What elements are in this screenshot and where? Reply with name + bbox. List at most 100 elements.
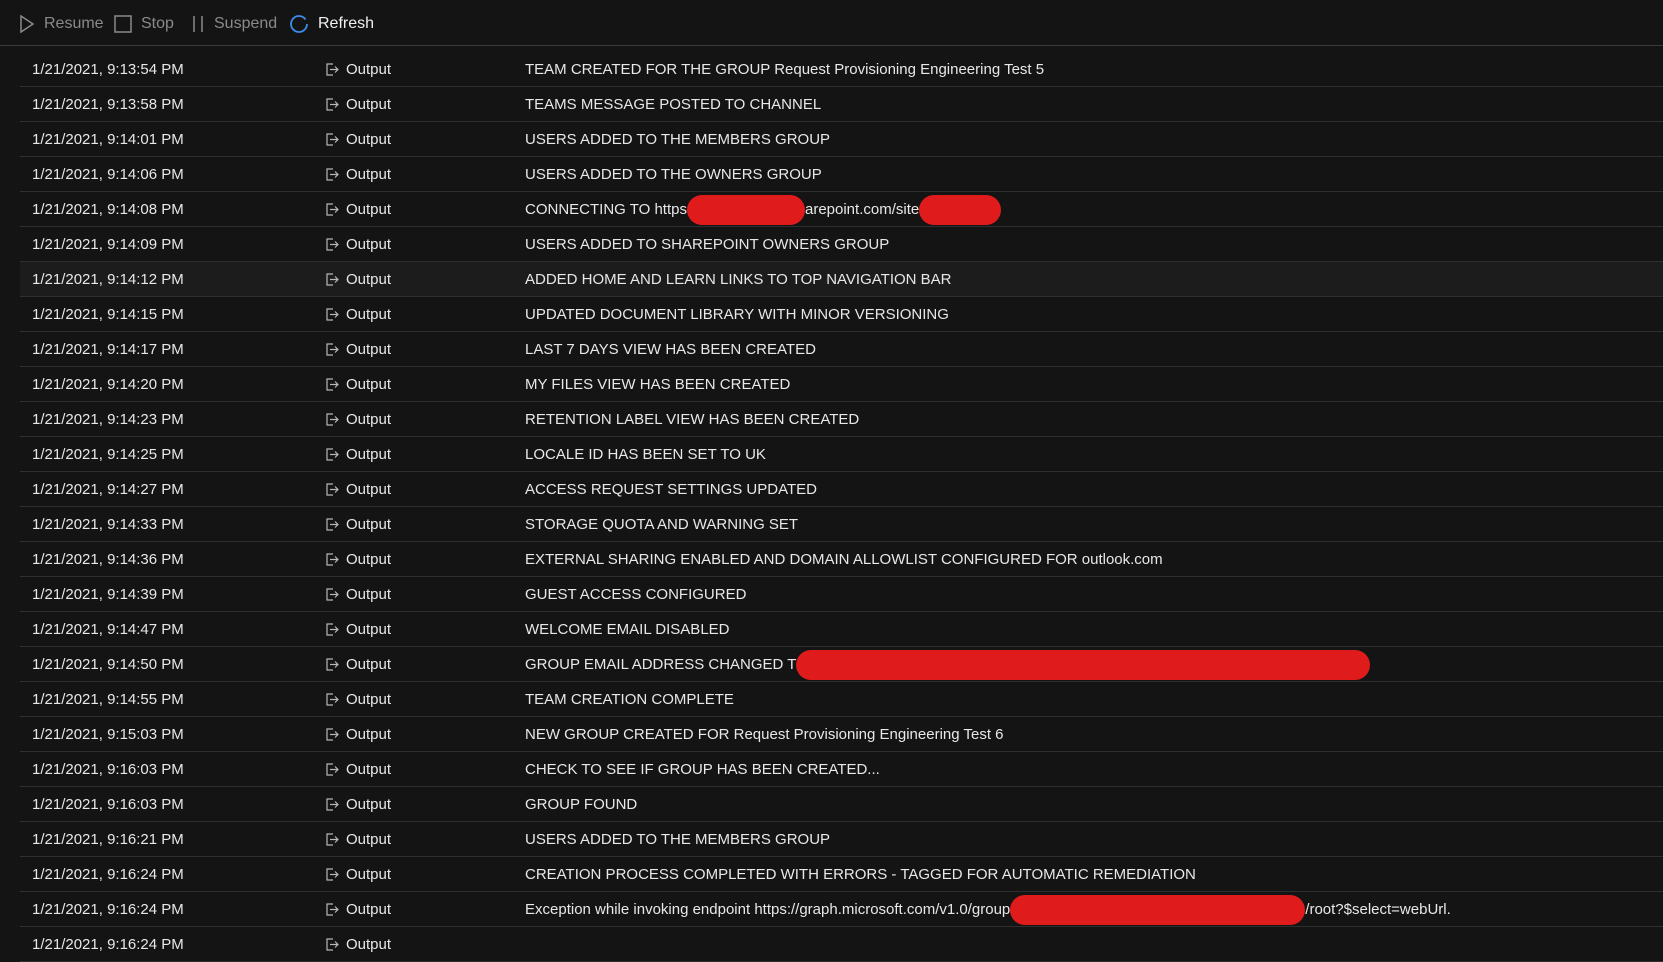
table-row[interactable]: 1/21/2021, 9:14:47 PM Output WELCOME EMAIL… (20, 612, 1663, 647)
row-stream-type: Output (326, 96, 391, 113)
row-type-label: Output (346, 936, 392, 953)
row-type-label: Output (346, 831, 392, 848)
output-icon (326, 763, 339, 776)
pause-icon (191, 15, 205, 33)
table-row[interactable]: 1/21/2021, 9:14:20 PM Output MY FILES VIEW… (20, 367, 1663, 402)
output-icon (326, 378, 339, 391)
row-message: CHECK TO SEE IF GROUP HAS BEEN CREATED..… (525, 761, 880, 778)
table-row[interactable]: 1/21/2021, 9:14:15 PM Output UPDATED DOCUM… (20, 297, 1663, 332)
row-type-label: Output (346, 481, 392, 498)
row-stream-type: Output (326, 656, 391, 673)
refresh-label: Refresh (318, 15, 375, 32)
row-stream-type: Output (326, 271, 391, 288)
table-row[interactable]: 1/21/2021, 9:16:24 PM Output CREATION PROC… (20, 857, 1663, 892)
row-type-label: Output (346, 61, 392, 78)
play-icon (19, 15, 35, 33)
row-type-label: Output (346, 866, 392, 883)
output-icon (326, 133, 339, 146)
table-row[interactable]: 1/21/2021, 9:14:33 PM Output STORAGE QUOTA… (20, 507, 1663, 542)
row-stream-type: Output (326, 551, 391, 568)
row-timestamp: 1/21/2021, 9:14:12 PM (32, 271, 184, 288)
row-type-label: Output (346, 901, 392, 918)
stop-label: Stop (141, 15, 174, 32)
table-row[interactable]: 1/21/2021, 9:13:58 PM Output TEAMS MESSAGE… (20, 87, 1663, 122)
row-stream-type: Output (326, 341, 391, 358)
row-timestamp: 1/21/2021, 9:15:03 PM (32, 726, 184, 743)
output-icon (326, 238, 339, 251)
row-timestamp: 1/21/2021, 9:14:25 PM (32, 446, 184, 463)
output-icon (326, 623, 339, 636)
table-row[interactable]: 1/21/2021, 9:14:36 PM Output EXTERNAL SHAR… (20, 542, 1663, 577)
row-stream-type: Output (326, 481, 391, 498)
row-stream-type: Output (326, 866, 391, 883)
row-timestamp: 1/21/2021, 9:14:55 PM (32, 691, 184, 708)
row-timestamp: 1/21/2021, 9:13:54 PM (32, 61, 184, 78)
row-stream-type: Output (326, 446, 391, 463)
row-message: ACCESS REQUEST SETTINGS UPDATED (525, 481, 817, 498)
table-row[interactable]: 1/21/2021, 9:15:03 PM Output NEW GROUP CRE… (20, 717, 1663, 752)
row-timestamp: 1/21/2021, 9:16:03 PM (32, 761, 184, 778)
table-row[interactable]: 1/21/2021, 9:14:25 PM Output LOCALE ID HAS… (20, 437, 1663, 472)
redaction-mark (1010, 895, 1306, 926)
row-message: MY FILES VIEW HAS BEEN CREATED (525, 376, 791, 393)
row-message: USERS ADDED TO THE MEMBERS GROUP (525, 831, 831, 848)
row-stream-type: Output (326, 831, 391, 848)
output-icon (326, 98, 339, 111)
row-message: WELCOME EMAIL DISABLED (525, 621, 730, 638)
row-message-part: /root?$select=webUrl. (1305, 901, 1451, 918)
row-type-label: Output (346, 166, 392, 183)
output-icon (326, 728, 339, 741)
job-toolbar: Resume Stop Suspend Refresh (0, 0, 1663, 46)
table-row[interactable]: 1/21/2021, 9:14:23 PM Output RETENTION LAB… (20, 402, 1663, 437)
row-timestamp: 1/21/2021, 9:14:15 PM (32, 306, 184, 323)
table-row[interactable]: 1/21/2021, 9:14:12 PM Output ADDED HOME AN… (20, 262, 1663, 297)
row-stream-type: Output (326, 166, 391, 183)
row-timestamp: 1/21/2021, 9:14:09 PM (32, 236, 184, 253)
output-icon (326, 903, 339, 916)
table-row[interactable]: 1/21/2021, 9:16:24 PM Output Exception whi… (20, 892, 1663, 927)
row-message: ADDED HOME AND LEARN LINKS TO TOP NAVIGA… (525, 271, 952, 288)
row-message: TEAMS MESSAGE POSTED TO CHANNEL (525, 96, 822, 113)
table-row[interactable]: 1/21/2021, 9:14:01 PM Output USERS ADDED T… (20, 122, 1663, 157)
resume-button[interactable]: Resume (19, 13, 104, 35)
row-stream-type: Output (326, 376, 391, 393)
row-timestamp: 1/21/2021, 9:16:24 PM (32, 901, 184, 918)
table-row[interactable]: 1/21/2021, 9:14:17 PM Output LAST 7 DAYS V… (20, 332, 1663, 367)
table-row[interactable]: 1/21/2021, 9:14:06 PM Output USERS ADDED T… (20, 157, 1663, 192)
table-row[interactable]: 1/21/2021, 9:16:24 PM Output (20, 927, 1663, 962)
table-row[interactable]: 1/21/2021, 9:16:21 PM Output USERS ADDED T… (20, 822, 1663, 857)
table-row[interactable]: 1/21/2021, 9:14:09 PM Output USERS ADDED T… (20, 227, 1663, 262)
row-stream-type: Output (326, 411, 391, 428)
row-message: NEW GROUP CREATED FOR Request Provisioni… (525, 726, 1004, 743)
output-icon (326, 483, 339, 496)
table-row[interactable]: 1/21/2021, 9:14:50 PM Output GROUP EMAIL A… (20, 647, 1663, 682)
table-row[interactable]: 1/21/2021, 9:16:03 PM Output GROUP FOUND (20, 787, 1663, 822)
suspend-button[interactable]: Suspend (191, 13, 277, 35)
table-row[interactable]: 1/21/2021, 9:16:03 PM Output CHECK TO SEE … (20, 752, 1663, 787)
row-type-label: Output (346, 306, 392, 323)
table-row[interactable]: 1/21/2021, 9:14:27 PM Output ACCESS REQUES… (20, 472, 1663, 507)
row-message: TEAM CREATED FOR THE GROUP Request Provi… (525, 61, 1045, 78)
row-timestamp: 1/21/2021, 9:14:17 PM (32, 341, 184, 358)
row-type-label: Output (346, 96, 392, 113)
output-icon (326, 413, 339, 426)
table-row[interactable]: 1/21/2021, 9:14:08 PM Output CONNECTING TO… (20, 192, 1663, 227)
row-type-label: Output (346, 411, 392, 428)
table-row[interactable]: 1/21/2021, 9:14:39 PM Output GUEST ACCESS … (20, 577, 1663, 612)
table-row[interactable]: 1/21/2021, 9:13:54 PM Output TEAM CREATED … (20, 52, 1663, 87)
output-icon (326, 658, 339, 671)
row-timestamp: 1/21/2021, 9:14:06 PM (32, 166, 184, 183)
resume-label: Resume (44, 15, 104, 32)
row-message: USERS ADDED TO THE OWNERS GROUP (525, 166, 822, 183)
row-timestamp: 1/21/2021, 9:14:20 PM (32, 376, 184, 393)
stop-button[interactable]: Stop (114, 13, 174, 35)
output-icon (326, 518, 339, 531)
refresh-button[interactable]: Refresh (289, 13, 374, 35)
row-stream-type: Output (326, 61, 391, 78)
output-icon (326, 273, 339, 286)
row-type-label: Output (346, 551, 392, 568)
row-message-part: CONNECTING TO https (525, 201, 687, 218)
table-row[interactable]: 1/21/2021, 9:14:55 PM Output TEAM CREATION… (20, 682, 1663, 717)
row-type-label: Output (346, 201, 392, 218)
row-stream-type: Output (326, 796, 391, 813)
